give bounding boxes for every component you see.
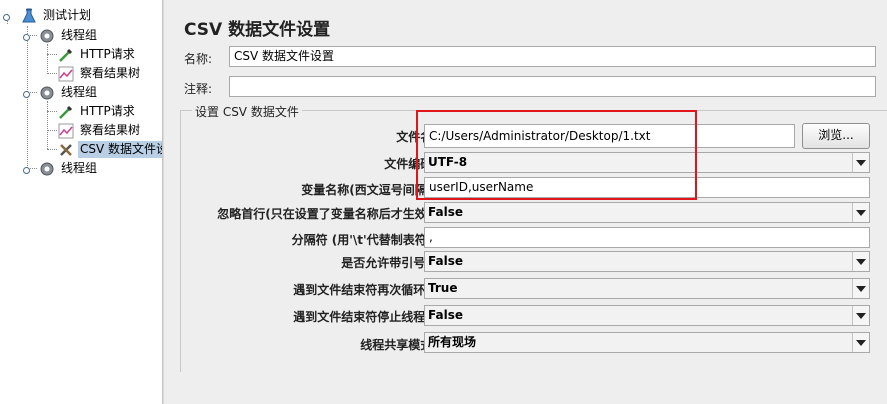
chevron-down-icon[interactable] xyxy=(852,203,869,222)
tree-item-label: 线程组 xyxy=(61,85,98,99)
tree-item-label: HTTP请求 xyxy=(80,104,135,118)
tree-node-thread-group[interactable]: 线程组 xyxy=(22,159,99,178)
stop-thread-eof-select[interactable]: False xyxy=(424,305,870,326)
chart-icon xyxy=(58,66,74,82)
allow-quoted-value: False xyxy=(428,254,463,268)
recycle-eof-value: True xyxy=(428,281,458,295)
tree-node-http-request[interactable]: HTTP请求 xyxy=(58,45,137,64)
pipette-icon xyxy=(58,104,74,120)
sharing-mode-value: 所有现场 xyxy=(428,335,477,349)
delimiter-label: 分隔符 (用'\t'代替制表符): xyxy=(291,233,437,247)
name-label: 名称: xyxy=(184,52,213,66)
tree-node-test-plan[interactable]: 测试计划 xyxy=(2,6,93,25)
tree-item-label: 测试计划 xyxy=(43,8,92,22)
stop-thread-eof-value: False xyxy=(428,308,463,322)
page-title: CSV 数据文件设置 xyxy=(184,20,331,40)
tree-node-thread-group[interactable]: 线程组 xyxy=(22,83,99,102)
tree-node-results-tree[interactable]: 察看结果树 xyxy=(58,64,142,83)
chevron-down-icon[interactable] xyxy=(852,279,869,298)
chevron-down-icon[interactable] xyxy=(852,252,869,271)
encoding-value: UTF-8 xyxy=(428,155,468,169)
tree-item-label: 察看结果树 xyxy=(80,66,141,80)
chevron-down-icon[interactable] xyxy=(852,306,869,325)
csv-config-panel: CSV 数据文件设置 名称: CSV 数据文件设置 注释: 设置 CSV 数据文… xyxy=(172,0,887,404)
recycle-eof-label: 遇到文件结束符再次循环?: xyxy=(293,283,437,297)
pipette-icon xyxy=(58,47,74,63)
tools-icon xyxy=(58,142,74,158)
tree-item-label: 线程组 xyxy=(61,161,98,175)
tree-node-results-tree[interactable]: 察看结果树 xyxy=(58,121,142,140)
browse-button[interactable]: 浏览... xyxy=(802,123,870,149)
ignore-first-line-label: 忽略首行(只在设置了变量名称后才生效): xyxy=(217,207,437,221)
chevron-down-icon[interactable] xyxy=(852,333,869,352)
delimiter-field[interactable]: , xyxy=(424,227,870,248)
tree-item-label: 察看结果树 xyxy=(80,123,141,137)
gear-icon xyxy=(39,85,55,101)
allow-quoted-label: 是否允许带引号?: xyxy=(341,256,437,270)
test-plan-tree[interactable]: 测试计划 线程组 HTTP请求 察看结果树 线程组 HTTP请求 察看结果树 C… xyxy=(0,0,163,404)
name-field[interactable]: CSV 数据文件设置 xyxy=(229,46,876,67)
tree-item-label: CSV 数据文件设 xyxy=(78,141,162,158)
stop-thread-eof-label: 遇到文件结束符停止线程?: xyxy=(293,310,437,324)
comment-field[interactable] xyxy=(229,76,876,97)
allow-quoted-select[interactable]: False xyxy=(424,251,870,272)
group-title: 设置 CSV 数据文件 xyxy=(192,103,302,120)
sharing-mode-select[interactable]: 所有现场 xyxy=(424,332,870,353)
tree-toggle-icon[interactable] xyxy=(22,88,31,98)
tree-item-label: HTTP请求 xyxy=(80,47,135,61)
variable-names-label: 变量名称(西文逗号间隔): xyxy=(301,183,437,197)
split-pane-divider[interactable] xyxy=(163,0,172,404)
filename-field[interactable]: C:/Users/Administrator/Desktop/1.txt xyxy=(424,124,795,148)
tree-node-csv-config[interactable]: CSV 数据文件设 xyxy=(58,140,162,159)
tree-node-thread-group[interactable]: 线程组 xyxy=(22,26,99,45)
comment-label: 注释: xyxy=(184,82,213,96)
tree-node-http-request[interactable]: HTTP请求 xyxy=(58,102,137,121)
chart-icon xyxy=(58,123,74,139)
chevron-down-icon[interactable] xyxy=(852,153,869,172)
tree-toggle-icon[interactable] xyxy=(2,11,11,21)
gear-icon xyxy=(39,28,55,44)
tree-toggle-icon[interactable] xyxy=(22,164,31,174)
variable-names-field[interactable]: userID,userName xyxy=(424,177,870,198)
ignore-first-line-select[interactable]: False xyxy=(424,202,870,223)
flask-icon xyxy=(21,8,37,24)
ignore-first-line-value: False xyxy=(428,205,463,219)
tree-item-label: 线程组 xyxy=(61,28,98,42)
gear-icon xyxy=(39,161,55,177)
recycle-eof-select[interactable]: True xyxy=(424,278,870,299)
encoding-select[interactable]: UTF-8 xyxy=(424,152,870,173)
tree-toggle-icon[interactable] xyxy=(22,31,31,41)
